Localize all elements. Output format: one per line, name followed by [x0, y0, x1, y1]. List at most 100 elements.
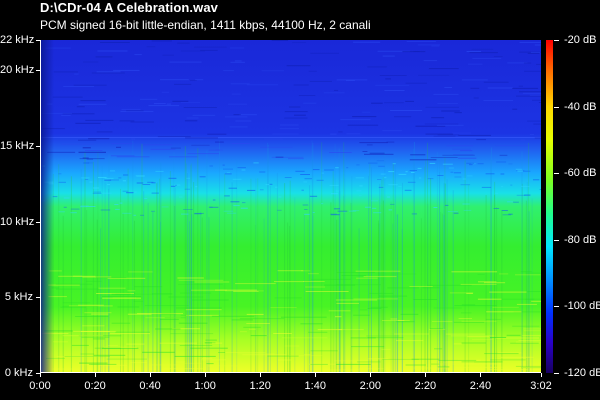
spectrogram-speckle: [109, 170, 116, 172]
colorbar-tick-label: -60 dB: [564, 167, 597, 180]
spectrogram-speckle: [460, 150, 473, 152]
spectrogram-speckle: [126, 192, 134, 194]
spectrogram-speckle: [495, 192, 499, 194]
spectrogram-speckle: [75, 122, 101, 124]
spectrogram-speckle: [97, 50, 128, 52]
spectrogram-speckle: [169, 61, 202, 63]
spectrogram-speckle: [519, 41, 541, 43]
spectrogram-speckle: [304, 209, 308, 210]
spectrogram-speckle: [388, 171, 395, 173]
spectrogram-speckle: [274, 297, 302, 299]
time-tick-label: 2:40: [469, 380, 492, 392]
spectrogram-speckle: [134, 286, 163, 288]
spectrogram-speckle: [284, 111, 308, 113]
spectrogram-speckle: [388, 209, 393, 211]
spectrogram-speckle: [369, 292, 394, 294]
spectrogram-speckle: [413, 51, 420, 52]
spectrogram-streak: [250, 178, 252, 373]
spectrogram-speckle: [212, 342, 223, 344]
spectrogram-speckle: [127, 290, 136, 292]
spectrogram-speckle: [454, 112, 462, 114]
spectrogram-speckle: [398, 185, 402, 187]
spectrogram-speckle: [508, 163, 513, 165]
spectrogram-speckle: [335, 299, 378, 301]
spectrogram-speckle: [335, 167, 339, 169]
spectrogram-speckle: [515, 168, 523, 170]
spectrogram-speckle: [260, 146, 293, 148]
spectrogram-speckle: [180, 50, 205, 52]
spectrogram-speckle: [179, 196, 183, 198]
spectrogram-speckle: [472, 57, 502, 59]
spectrogram-speckle: [303, 281, 325, 282]
spectrogram-speckle: [382, 130, 402, 132]
spectrogram-speckle: [273, 333, 292, 334]
spectrogram-speckle: [398, 173, 407, 175]
spectrogram-speckle: [356, 277, 378, 279]
spectrogram-speckle: [111, 322, 131, 324]
spectrogram-streak: [402, 182, 403, 373]
spectrogram-speckle: [422, 287, 440, 289]
spectrogram-speckle: [228, 187, 237, 189]
time-tick-label: 2:00: [359, 380, 382, 392]
spectrogram-streak: [257, 178, 259, 373]
spectrogram-speckle: [352, 116, 377, 118]
spectrogram-speckle: [458, 134, 491, 136]
spectrogram-speckle: [495, 298, 535, 300]
colorbar-tick-label: -120 dB: [564, 367, 600, 379]
spectrogram-speckle: [184, 188, 191, 190]
spectrogram-speckle: [70, 212, 77, 214]
spectrogram-streak: [219, 140, 220, 373]
spectrogram-streak: [184, 146, 186, 373]
spectrogram-speckle: [231, 142, 251, 144]
frequency-tick-label: 22 kHz: [0, 34, 35, 46]
spectrogram-speckle: [277, 209, 282, 211]
spectrogram-speckle: [477, 298, 502, 300]
spectrogram-speckle: [512, 87, 539, 89]
spectrogram-speckle: [93, 354, 126, 356]
time-tick-mark: [315, 373, 316, 377]
spectrogram-speckle: [395, 340, 424, 342]
spectrogram-speckle: [304, 213, 310, 215]
spectrogram-speckle: [384, 102, 404, 104]
spectrogram-speckle: [183, 209, 193, 210]
spectrogram-speckle: [359, 309, 368, 311]
spectrogram-speckle: [324, 169, 334, 171]
spectrogram-streak: [452, 190, 454, 373]
spectrogram-speckle: [281, 337, 328, 339]
spectrogram-streak: [289, 180, 291, 373]
spectrogram-speckle: [178, 284, 223, 285]
spectrogram-speckle: [384, 176, 387, 178]
time-tick-label: 1:00: [194, 380, 216, 392]
spectrogram-speckle: [300, 323, 323, 325]
colorbar-tick-mark: [554, 373, 559, 374]
spectrogram-speckle: [431, 321, 453, 322]
spectrogram-speckle: [128, 271, 153, 273]
spectrogram-speckle: [529, 134, 534, 135]
colorbar-tick-label: -20 dB: [564, 34, 597, 46]
spectrogram-speckle: [437, 134, 460, 136]
spectrogram-speckle: [473, 97, 479, 99]
spectrogram-speckle: [302, 204, 309, 206]
spectrogram-speckle: [118, 177, 122, 179]
spectrogram-speckle: [329, 184, 339, 186]
spectrogram-streak: [269, 186, 271, 373]
spectrogram-speckle: [177, 42, 190, 44]
spectrogram-speckle: [477, 163, 484, 165]
spectrogram-speckle: [161, 91, 169, 93]
spectrogram-speckle: [185, 314, 219, 316]
spectrogram-speckle: [142, 184, 151, 185]
spectrogram-speckle: [170, 147, 181, 149]
spectrogram-speckle: [195, 186, 198, 188]
spectrogram-speckle: [341, 275, 367, 276]
colorbar-tick-mark: [554, 240, 559, 241]
spectrogram-speckle: [270, 307, 297, 309]
spectrogram-speckle: [186, 117, 199, 119]
spectrogram-streak: [309, 185, 311, 373]
spectrogram-speckle: [394, 116, 412, 118]
spectrogram-speckle: [309, 195, 318, 197]
spectrogram-speckle: [230, 61, 245, 63]
spectrogram-speckle: [169, 156, 198, 158]
spectrogram-speckle: [454, 176, 462, 178]
time-tick-mark: [40, 373, 41, 377]
spectrogram-speckle: [303, 102, 317, 104]
